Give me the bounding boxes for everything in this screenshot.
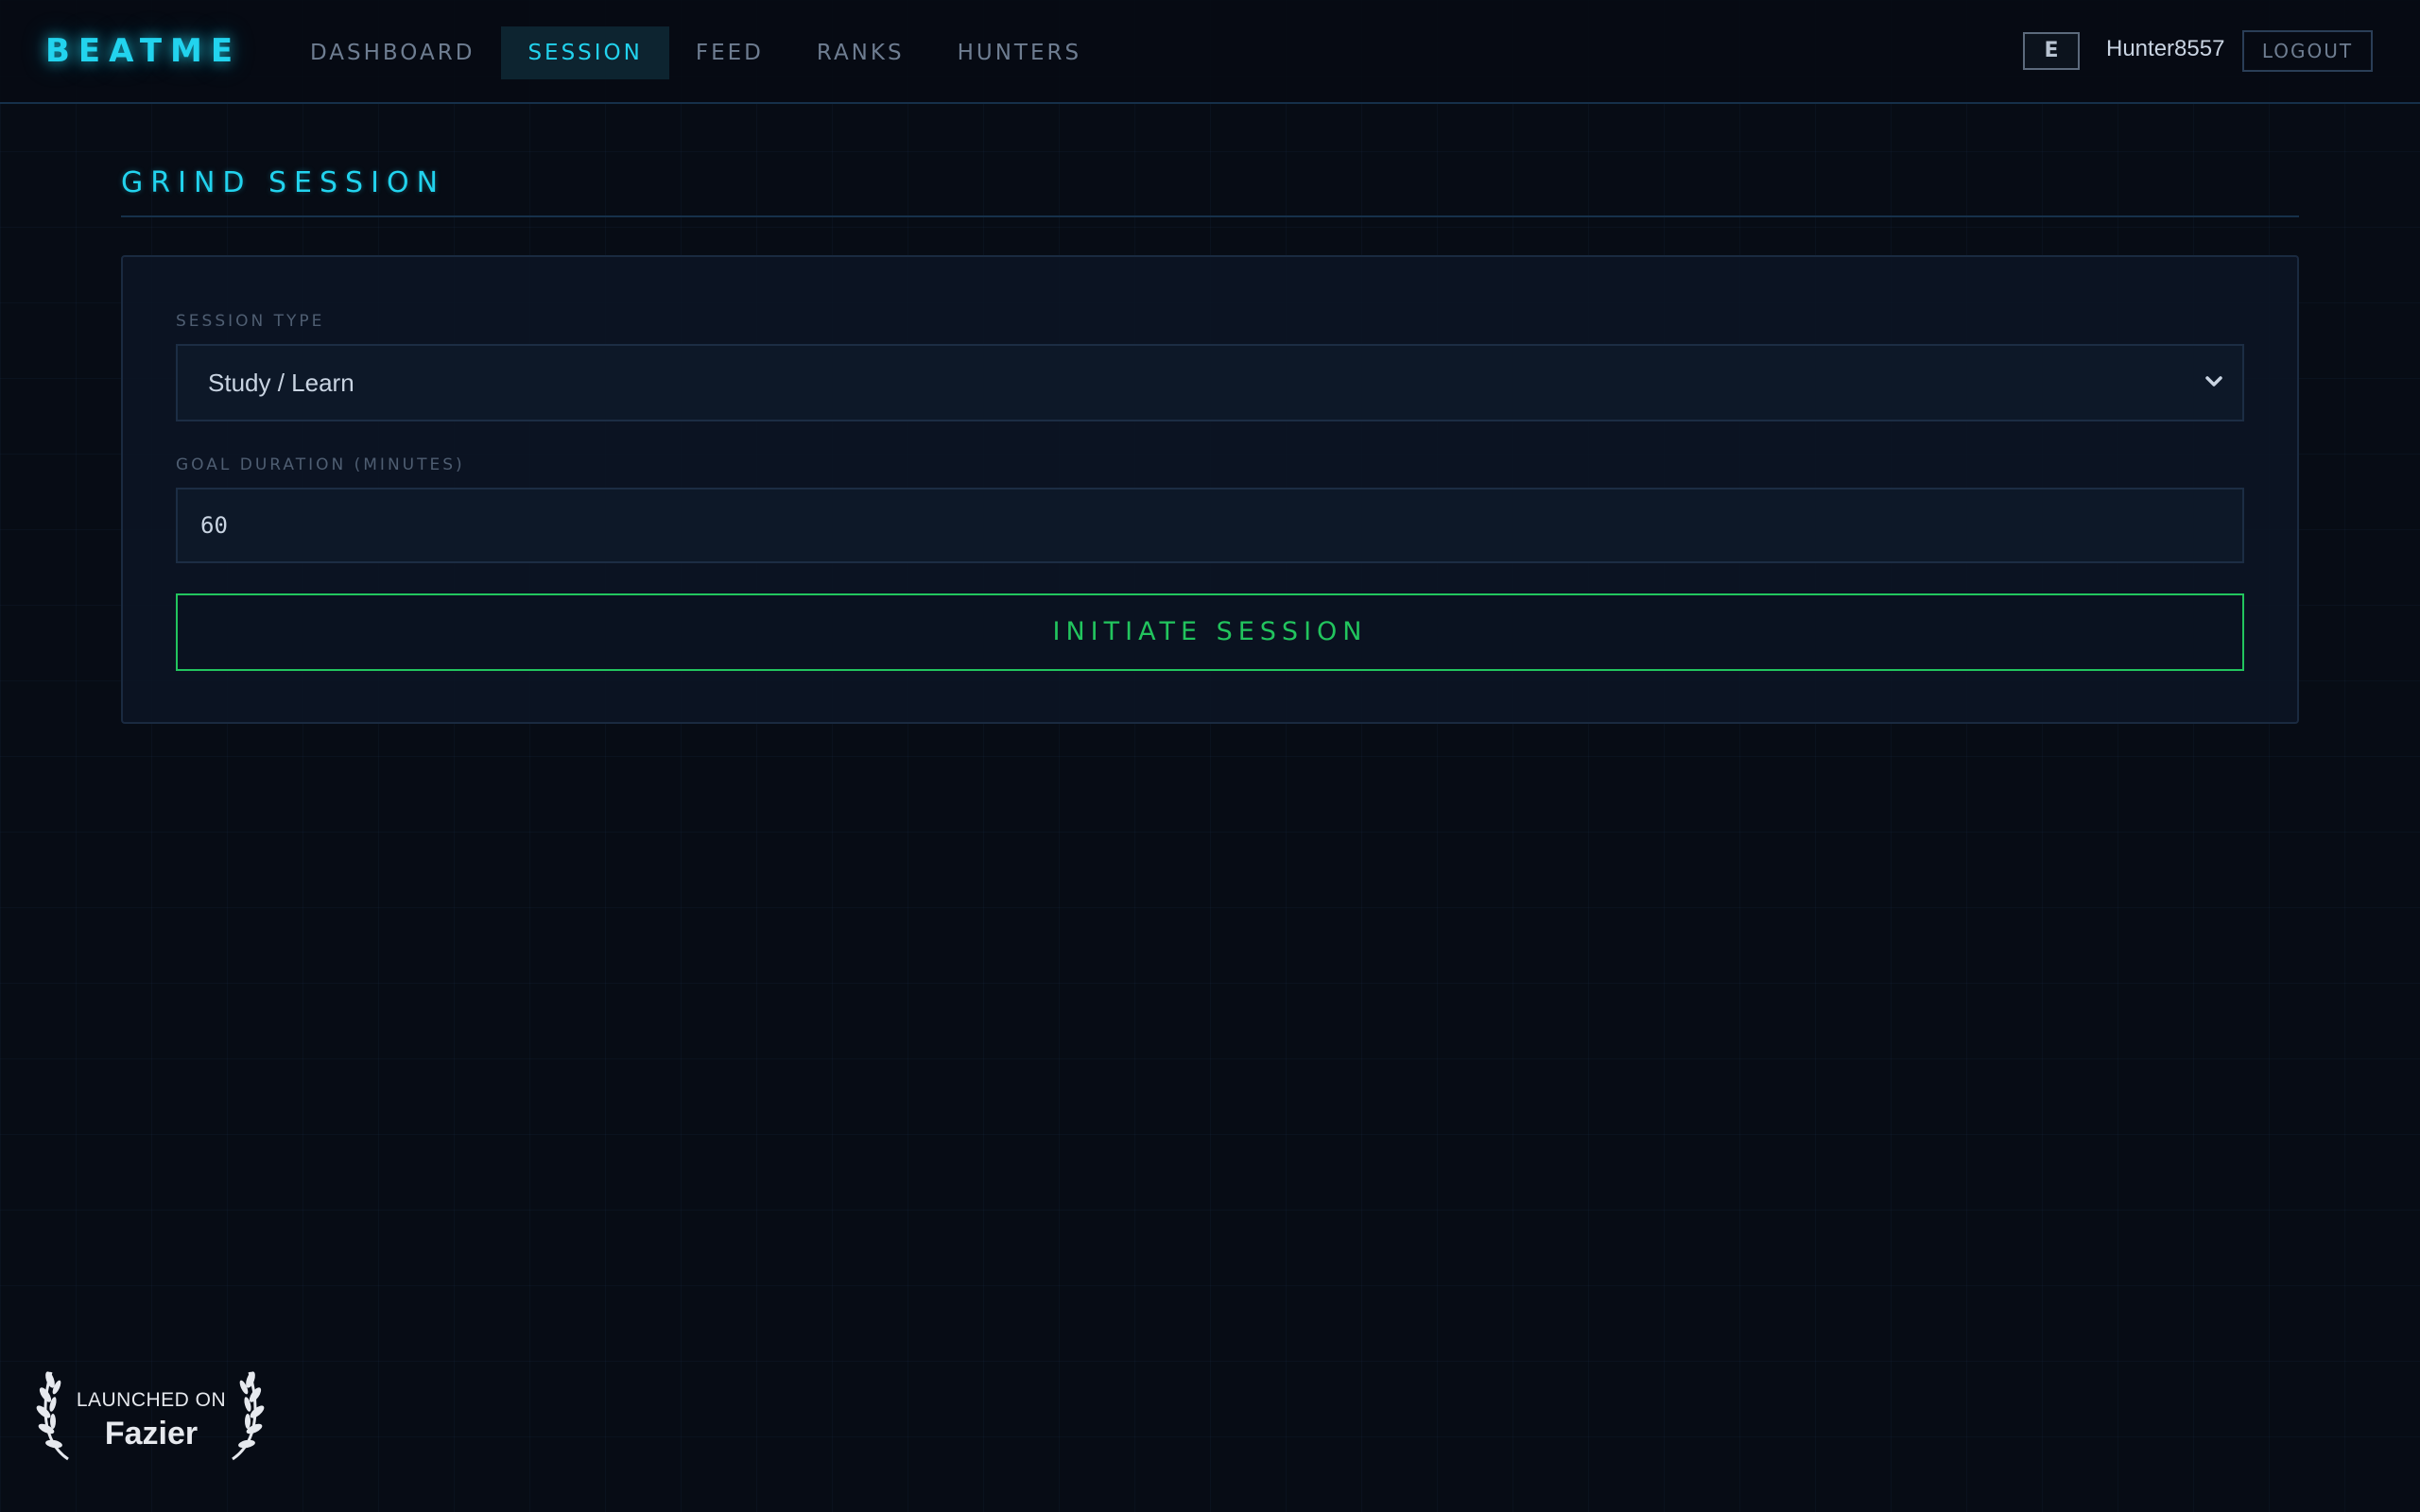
fazier-launched-text: LAUNCHED ON (76, 1389, 227, 1411)
logout-button[interactable]: LOGOUT (2242, 30, 2373, 72)
goal-duration-input[interactable] (176, 488, 2244, 563)
rank-badge: E (2023, 32, 2080, 70)
nav-hunters[interactable]: HUNTERS (931, 26, 1109, 79)
main-nav: DASHBOARD SESSION FEED RANKS HUNTERS (284, 26, 1108, 79)
nav-session[interactable]: SESSION (501, 26, 669, 79)
laurel-right-icon (232, 1371, 265, 1461)
nav-dashboard[interactable]: DASHBOARD (284, 26, 501, 79)
nav-feed[interactable]: FEED (669, 26, 790, 79)
fazier-name: Fazier (104, 1416, 199, 1452)
nav-ranks[interactable]: RANKS (790, 26, 931, 79)
session-type-value: Study / Learn (208, 369, 354, 397)
username[interactable]: Hunter8557 (2106, 36, 2224, 62)
session-type-label: SESSION TYPE (176, 312, 325, 331)
goal-duration-label: GOAL DURATION (MINUTES) (176, 455, 465, 474)
title-divider (121, 215, 2299, 217)
session-form-panel: SESSION TYPE Study / Learn GOAL DURATION… (121, 255, 2299, 724)
page-title: GRIND SESSION (121, 166, 446, 199)
chevron-down-icon (2205, 376, 2222, 387)
top-navbar: BEATME DASHBOARD SESSION FEED RANKS HUNT… (0, 0, 2420, 104)
initiate-session-button[interactable]: INITIATE SESSION (176, 593, 2244, 671)
app-logo[interactable]: BEATME (45, 32, 241, 70)
launched-on-fazier-badge[interactable]: LAUNCHED ON Fazier (34, 1361, 267, 1467)
session-type-select[interactable]: Study / Learn (176, 344, 2244, 421)
laurel-left-icon (36, 1371, 69, 1461)
